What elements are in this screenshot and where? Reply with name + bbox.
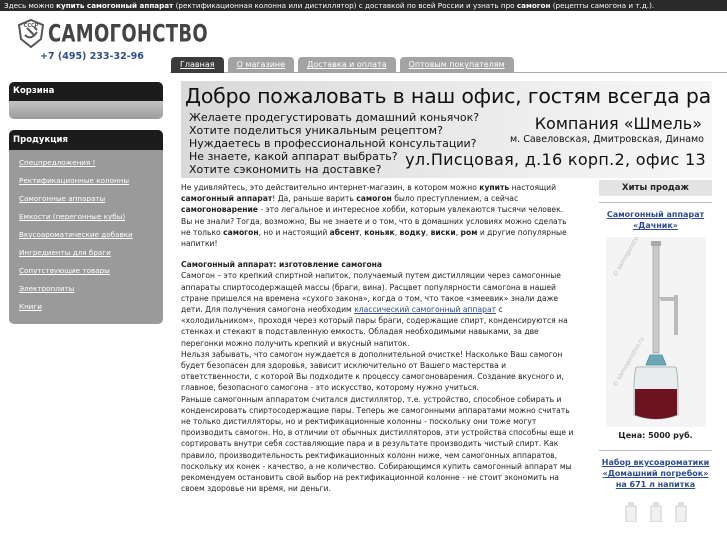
product-name: Самогонный аппарат (606, 210, 705, 219)
banner-welcome: Добро пожаловать в наш офис, гостям всег… (185, 84, 712, 108)
still-apparatus-image: © samogonstvo.ru © samogonstvo.ru (605, 226, 706, 427)
banner-question: Хотите поделиться уникальным рецептом? (189, 124, 443, 137)
phone-number: +7 (495) 233-32-96 (40, 51, 144, 62)
products-menu: Спецпредложения ! Ректификационные колон… (9, 150, 163, 318)
topbar-text: (рецепты самогона и т.д.). (550, 1, 655, 10)
sickle-emblem-icon: СССР (17, 18, 45, 49)
menu-item-stoves[interactable]: Электроплиты (19, 282, 163, 300)
bold-term: коньяк (364, 227, 395, 237)
products-panel: Продукция Спецпредложения ! Ректификацио… (9, 130, 163, 324)
tab-wholesale[interactable]: Оптовым покупателям (399, 57, 514, 73)
banner-company: Компания «Шмель» (534, 114, 702, 133)
bold-term: самогон (223, 227, 259, 237)
text: было преступлением, а сейчас (391, 194, 519, 204)
bold-term: самогон (356, 194, 392, 204)
text: ! Да, раньше варить (272, 194, 357, 204)
article-heading: Самогонный аппарат: изготовление самогон… (181, 260, 383, 270)
product-photo[interactable] (606, 500, 706, 523)
article-paragraph: Самогон – это крепкий спиртной напиток, … (181, 270, 576, 348)
text: , но и настоящий (258, 227, 330, 237)
topbar-bold: купить самогонный аппарат (56, 1, 174, 10)
product-price: Цена: 5000 руб. (618, 431, 693, 440)
bold-term: абсент (329, 227, 360, 237)
menu-item-accessories[interactable]: Сопутствующие товары (19, 264, 163, 282)
bold-term: купить (479, 183, 510, 192)
tab-about[interactable]: О магазине (227, 57, 295, 73)
menu-item-books[interactable]: Книги (19, 300, 163, 318)
product-name: на 671 л напитка (615, 480, 696, 489)
article-paragraph: Раньше самогонным аппаратом считался дис… (181, 394, 574, 494)
bestsellers-title: Хиты продаж (599, 180, 712, 196)
bold-term: водку (399, 227, 426, 237)
menu-item-special[interactable]: Спецпредложения ! (19, 156, 163, 174)
banner-metro: м. Савеловская, Дмитровская, Динамо (509, 134, 704, 145)
menu-item-flavors[interactable]: Вкусоароматические добавки (19, 228, 163, 246)
product-name: Набор вкусоароматики (601, 458, 710, 467)
text: Не удивляйтесь, это действительно интерн… (181, 183, 480, 192)
main-nav: Главная О магазине Доставка и оплата Опт… (171, 57, 514, 73)
bold-term: виски (430, 227, 456, 237)
product-photo[interactable]: © samogonstvo.ru © samogonstvo.ru (605, 226, 706, 427)
products-title: Продукция (9, 130, 163, 150)
tab-home[interactable]: Главная (171, 57, 224, 73)
cart-title: Корзина (9, 82, 163, 101)
banner-question: Нуждаетесь в профессиональной консультац… (189, 137, 477, 150)
bestsellers-panel: Хиты продаж Самогонный аппарат «Дачник» ©… (599, 180, 712, 545)
menu-item-tanks[interactable]: Емкости (перегонные кубы) (19, 210, 163, 228)
top-info-bar: Здесь можно купить самогонный аппарат (р… (0, 0, 727, 11)
brand-name: САМОГОНСТВО (48, 20, 209, 49)
text: настоящий (509, 183, 557, 192)
topbar-text: Здесь можно (4, 1, 57, 10)
banner-address: ул.Писцовая, д.16 корп.2, офис 13 (405, 150, 706, 169)
divider (599, 450, 712, 451)
bold-term: самогонный аппарат (181, 194, 273, 204)
article-paragraph: Нельзя забывать, что самогон нуждается в… (181, 349, 564, 393)
banner-question: Желаете продегустировать домашний коньяч… (189, 111, 480, 124)
menu-item-stills[interactable]: Самогонные аппараты (19, 192, 163, 210)
classic-still-link[interactable]: классический самогонный аппарат (354, 305, 496, 314)
bold-term: самогоноварение (181, 205, 258, 215)
office-banner[interactable]: Добро пожаловать в наш офис, гостям всег… (181, 81, 712, 178)
product-link-pogrebok[interactable]: Набор вкусоароматики «Домашний погребок» н… (599, 457, 712, 490)
main-article: Не удивляйтесь, это действительно интерн… (181, 182, 576, 494)
banner-question: Не знаете, какой аппарат выбрать? (189, 150, 398, 163)
divider (599, 202, 712, 203)
product-link-dachnik[interactable]: Самогонный аппарат «Дачник» (599, 209, 712, 231)
topbar-text: (ректификационная колонна или дистиллято… (173, 1, 517, 10)
site-logo[interactable]: СССР САМОГОНСТВО (15, 17, 208, 51)
cart-panel[interactable]: Корзина (9, 82, 163, 119)
bold-term: ром (460, 227, 478, 237)
menu-item-ingredients[interactable]: Ингредиенты для браги (19, 246, 163, 264)
intro-paragraph: Не удивляйтесь, это действительно интерн… (181, 182, 576, 249)
topbar-bold: самогон (516, 1, 551, 10)
menu-item-columns[interactable]: Ректификационные колонны (19, 174, 163, 192)
product-name: «Дачник» (633, 221, 678, 230)
tab-delivery[interactable]: Доставка и оплата (298, 57, 396, 73)
emblem-text: СССР (24, 23, 39, 29)
banner-question: Хотите сэкономить на доставке? (189, 163, 382, 176)
bottles-image (625, 502, 686, 523)
product-name: «Домашний погребок» (602, 469, 709, 478)
